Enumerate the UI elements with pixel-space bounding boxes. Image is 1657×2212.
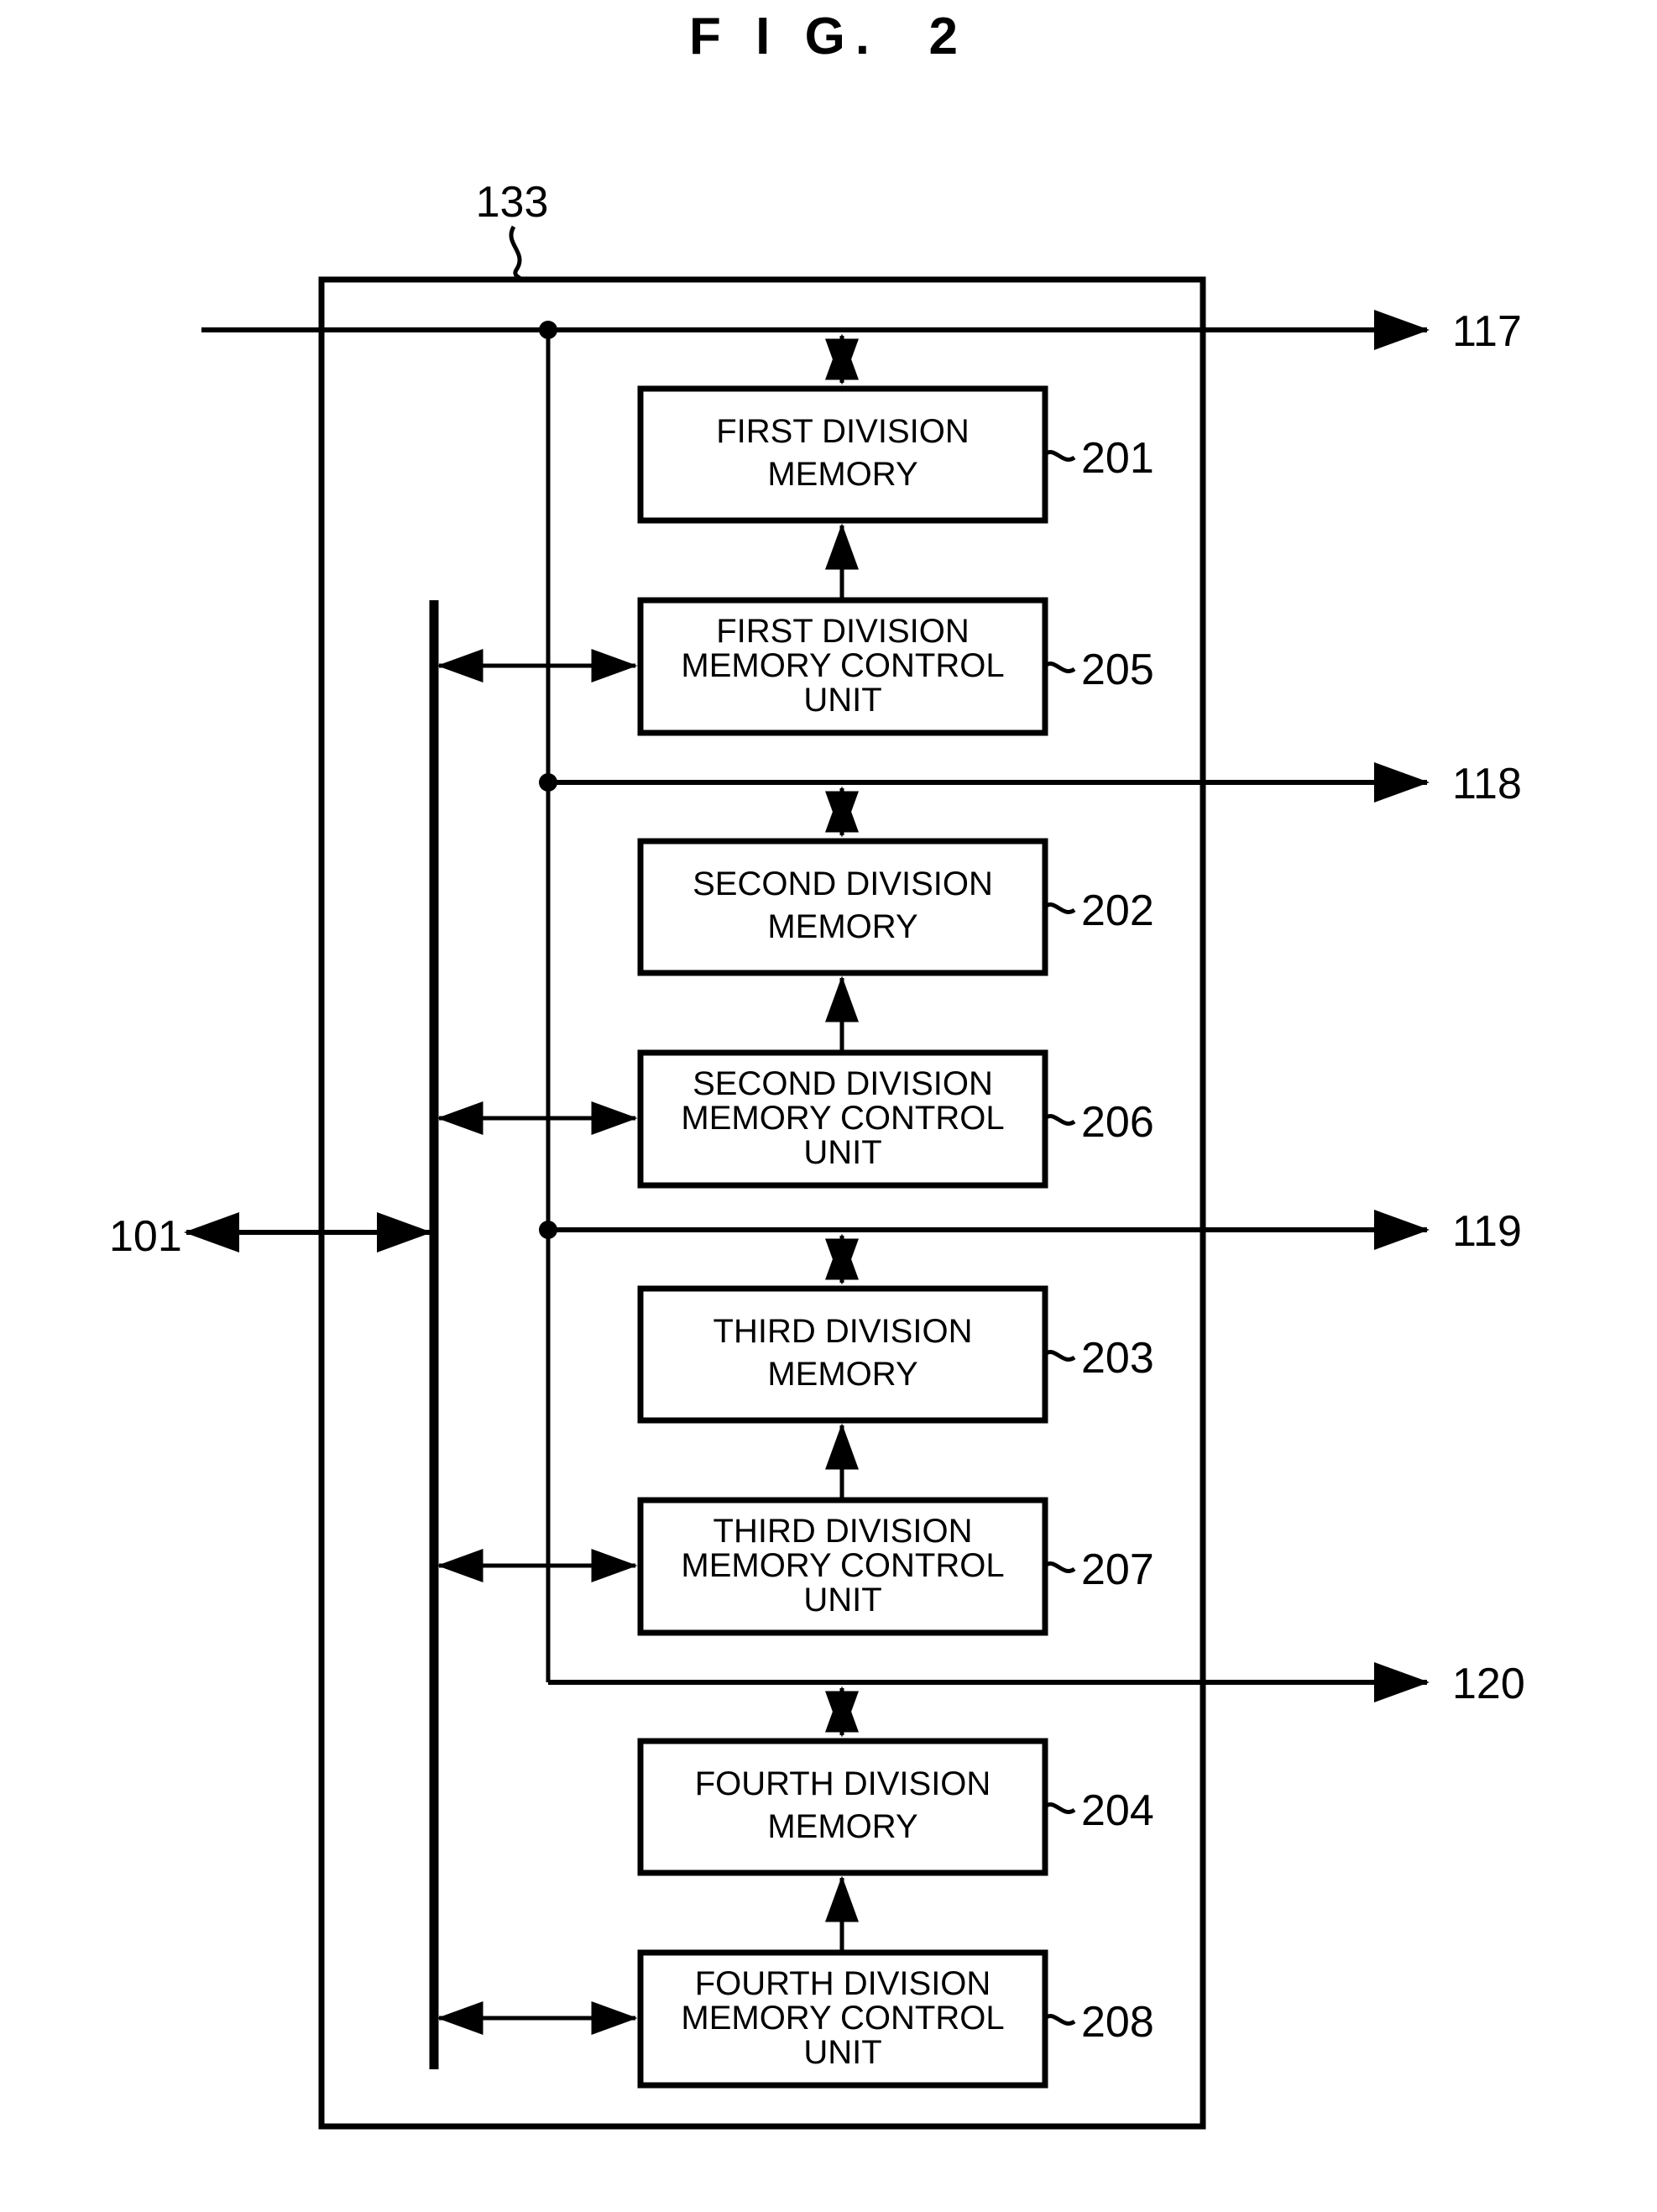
- block-label-ctl3-line1: THIRD DIVISION: [714, 1513, 973, 1550]
- ref-label-133: 133: [476, 178, 549, 227]
- leader-line-205: [1043, 662, 1076, 673]
- figure-root: F I G. 2 133 117 118 119 120 101 FIRST D…: [0, 0, 1657, 2212]
- block-label-mem3-line2: MEMORY: [767, 1356, 917, 1393]
- ref-label-120: 120: [1452, 1660, 1525, 1708]
- leader-line-207: [1043, 1561, 1076, 1573]
- ref-label-203: 203: [1081, 1334, 1154, 1383]
- block-label-ctl2-line2: MEMORY CONTROL: [681, 1100, 1004, 1137]
- ref-label-204: 204: [1081, 1786, 1154, 1835]
- ref-label-117: 117: [1452, 307, 1522, 356]
- block-label-ctl1-line3: UNIT: [803, 682, 881, 719]
- block-label-mem2-line1: SECOND DIVISION: [693, 865, 993, 902]
- ref-label-202: 202: [1081, 886, 1154, 935]
- block-label-ctl2-line1: SECOND DIVISION: [693, 1065, 993, 1102]
- block-label-ctl1-line1: FIRST DIVISION: [716, 613, 970, 650]
- block-label-ctl1-line2: MEMORY CONTROL: [681, 647, 1004, 684]
- ref-label-208: 208: [1081, 1998, 1154, 2047]
- ref-label-201: 201: [1081, 434, 1154, 483]
- leader-line-206: [1043, 1114, 1076, 1126]
- block-label-ctl3-line3: UNIT: [803, 1582, 881, 1618]
- junction-dot-117: [539, 321, 557, 339]
- block-second-division-memory: [637, 838, 1048, 976]
- leader-line-203: [1043, 1350, 1076, 1362]
- figure-2-diagram: 133 117 118 119 120 101 FIRST DIVISION M…: [109, 178, 1525, 2130]
- junction-dot-118: [539, 773, 557, 792]
- leader-line-208: [1043, 2014, 1076, 2026]
- leader-line-204: [1043, 1802, 1076, 1814]
- block-label-mem3-line1: THIRD DIVISION: [714, 1313, 973, 1350]
- leader-line-202: [1043, 902, 1076, 914]
- block-third-division-memory: [637, 1285, 1048, 1424]
- ref-label-206: 206: [1081, 1098, 1154, 1147]
- leader-line-133: [509, 225, 524, 282]
- block-label-ctl2-line3: UNIT: [803, 1134, 881, 1171]
- ref-label-119: 119: [1452, 1207, 1522, 1256]
- block-label-mem1-line2: MEMORY: [767, 456, 917, 493]
- block-label-ctl4-line3: UNIT: [803, 2034, 881, 2071]
- ref-label-101: 101: [109, 1212, 182, 1261]
- block-first-division-memory: [637, 385, 1048, 524]
- block-label-mem1-line1: FIRST DIVISION: [716, 413, 970, 450]
- ref-label-207: 207: [1081, 1545, 1154, 1594]
- block-label-mem4-line2: MEMORY: [767, 1808, 917, 1845]
- block-label-mem4-line1: FOURTH DIVISION: [695, 1765, 991, 1802]
- leader-line-201: [1043, 450, 1076, 462]
- block-label-ctl4-line2: MEMORY CONTROL: [681, 2000, 1004, 2037]
- block-label-ctl3-line2: MEMORY CONTROL: [681, 1547, 1004, 1584]
- junction-dot-119: [539, 1221, 557, 1239]
- ref-label-205: 205: [1081, 646, 1154, 694]
- block-fourth-division-memory: [637, 1738, 1048, 1876]
- ref-label-118: 118: [1452, 760, 1522, 808]
- block-label-mem2-line2: MEMORY: [767, 908, 917, 945]
- block-label-ctl4-line1: FOURTH DIVISION: [695, 1965, 991, 2002]
